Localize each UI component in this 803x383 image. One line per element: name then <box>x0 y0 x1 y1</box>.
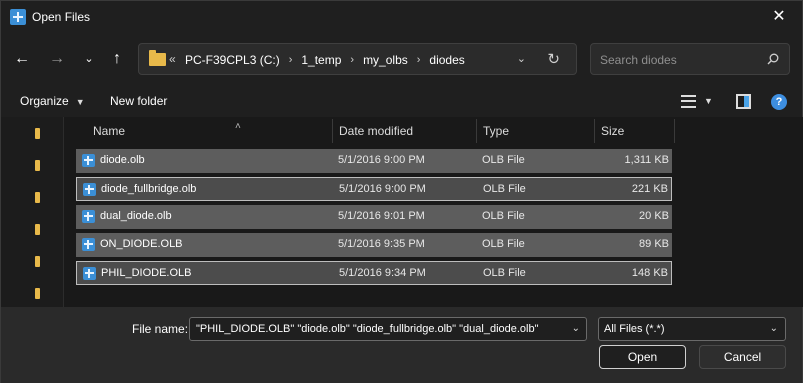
folder-icon[interactable] <box>35 128 40 139</box>
open-button[interactable]: Open <box>599 345 686 369</box>
file-date: 5/1/2016 9:35 PM <box>338 238 425 250</box>
column-header-size[interactable]: Size <box>601 117 624 145</box>
new-folder-button[interactable]: New folder <box>110 94 167 108</box>
file-name-field[interactable]: "PHIL_DIODE.OLB" "diode.olb" "diode_full… <box>189 317 587 341</box>
file-name: PHIL_DIODE.OLB <box>101 267 192 279</box>
breadcrumb: PC-F39CPL3 (C:) › 1_temp › my_olbs › dio… <box>185 53 465 67</box>
file-type: OLB File <box>483 183 526 195</box>
olb-file-icon <box>83 267 96 280</box>
open-files-dialog: Open Files ✕ ← → ⌄ ↑ « PC-F39CPL3 (C:) ›… <box>0 0 803 383</box>
file-name: diode.olb <box>100 154 145 166</box>
filter-value: All Files (*.*) <box>604 323 665 335</box>
file-row[interactable]: ON_DIODE.OLB 5/1/2016 9:35 PM OLB File 8… <box>76 233 672 257</box>
breadcrumb-separator[interactable]: › <box>417 54 421 66</box>
file-name: diode_fullbridge.olb <box>101 183 197 195</box>
breadcrumb-separator[interactable]: › <box>289 54 293 66</box>
breadcrumb-1-temp[interactable]: 1_temp <box>301 53 341 67</box>
file-type: OLB File <box>482 238 525 250</box>
file-row[interactable]: diode_fullbridge.olb 5/1/2016 9:00 PM OL… <box>76 177 672 201</box>
file-date: 5/1/2016 9:00 PM <box>338 154 425 166</box>
breadcrumb-diodes[interactable]: diodes <box>429 53 464 67</box>
chevron-down-icon[interactable]: ⌄ <box>517 52 526 65</box>
folder-icon[interactable] <box>35 160 40 171</box>
breadcrumb-drive[interactable]: PC-F39CPL3 (C:) <box>185 53 280 67</box>
file-name-label: File name: <box>132 322 189 336</box>
preview-pane-icon[interactable] <box>736 94 751 109</box>
file-row[interactable]: diode.olb 5/1/2016 9:00 PM OLB File 1,31… <box>76 149 672 173</box>
file-row[interactable]: PHIL_DIODE.OLB 5/1/2016 9:34 PM OLB File… <box>76 261 672 285</box>
arrow-right-icon[interactable]: → <box>45 46 69 72</box>
file-name: dual_diode.olb <box>100 210 172 222</box>
help-icon[interactable]: ? <box>771 94 787 110</box>
window-title: Open Files <box>32 10 91 24</box>
sort-ascending-icon: ˄ <box>235 121 241 132</box>
file-type: OLB File <box>482 154 525 166</box>
file-date: 5/1/2016 9:34 PM <box>339 267 426 279</box>
folder-icon[interactable] <box>35 192 40 203</box>
chevron-down-icon[interactable]: ⌄ <box>77 46 101 72</box>
file-type-filter[interactable]: All Files (*.*) ⌄ <box>598 317 786 341</box>
column-header-name[interactable]: Name ˄ <box>93 117 241 145</box>
file-size: 1,311 KB <box>624 154 669 166</box>
refresh-icon[interactable]: ↻ <box>547 50 560 68</box>
chevron-down-icon[interactable]: ⌄ <box>770 323 778 334</box>
breadcrumb-separator[interactable]: › <box>350 54 354 66</box>
folder-icon <box>149 50 166 66</box>
olb-file-icon <box>83 183 96 196</box>
file-size: 89 KB <box>639 238 669 250</box>
list-view-icon[interactable] <box>681 95 696 108</box>
close-icon[interactable]: ✕ <box>756 1 802 33</box>
file-row[interactable]: dual_diode.olb 5/1/2016 9:01 PM OLB File… <box>76 205 672 229</box>
address-overflow[interactable]: « <box>169 52 176 66</box>
olb-file-icon <box>82 154 95 167</box>
column-divider[interactable] <box>332 119 333 143</box>
organize-button[interactable]: Organize ▼ <box>20 94 85 108</box>
file-date: 5/1/2016 9:01 PM <box>338 210 425 222</box>
navigation-pane[interactable] <box>1 117 63 369</box>
search-input[interactable]: Search diodes <box>590 43 790 75</box>
caret-down-icon: ▼ <box>75 97 85 107</box>
file-size: 20 KB <box>639 210 669 222</box>
column-header-type[interactable]: Type <box>483 117 509 145</box>
search-icon <box>767 53 779 65</box>
file-list[interactable]: Name ˄ Date modified Type Size diode.olb… <box>63 117 803 307</box>
file-name: ON_DIODE.OLB <box>100 238 183 250</box>
footer-panel: File name: "PHIL_DIODE.OLB" "diode.olb" … <box>1 307 802 383</box>
folder-icon[interactable] <box>35 224 40 235</box>
file-date: 5/1/2016 9:00 PM <box>339 183 426 195</box>
breadcrumb-my-olbs[interactable]: my_olbs <box>363 53 408 67</box>
file-type: OLB File <box>483 267 526 279</box>
olb-file-icon <box>82 210 95 223</box>
column-name-label: Name <box>93 124 126 138</box>
folder-icon[interactable] <box>35 256 40 267</box>
file-size: 148 KB <box>631 267 668 279</box>
arrow-up-icon[interactable]: ↑ <box>105 46 129 72</box>
olb-file-icon <box>82 238 95 251</box>
column-divider[interactable] <box>476 119 477 143</box>
column-divider[interactable] <box>674 119 675 143</box>
title-bar: Open Files ✕ <box>1 1 802 33</box>
folder-icon[interactable] <box>35 288 40 299</box>
organize-label: Organize <box>20 94 69 108</box>
search-placeholder: Search diodes <box>600 53 677 67</box>
arrow-left-icon[interactable]: ← <box>10 46 34 72</box>
address-bar[interactable]: « PC-F39CPL3 (C:) › 1_temp › my_olbs › d… <box>138 43 577 75</box>
chevron-down-icon[interactable]: ⌄ <box>572 323 580 334</box>
file-name-value[interactable]: "PHIL_DIODE.OLB" "diode.olb" "diode_full… <box>196 323 560 335</box>
cancel-button[interactable]: Cancel <box>699 345 786 369</box>
file-size: 221 KB <box>631 183 668 195</box>
caret-down-icon[interactable]: ▼ <box>704 96 713 106</box>
file-type: OLB File <box>482 210 525 222</box>
column-header-date[interactable]: Date modified <box>339 117 413 145</box>
app-icon <box>10 9 26 25</box>
column-divider[interactable] <box>594 119 595 143</box>
